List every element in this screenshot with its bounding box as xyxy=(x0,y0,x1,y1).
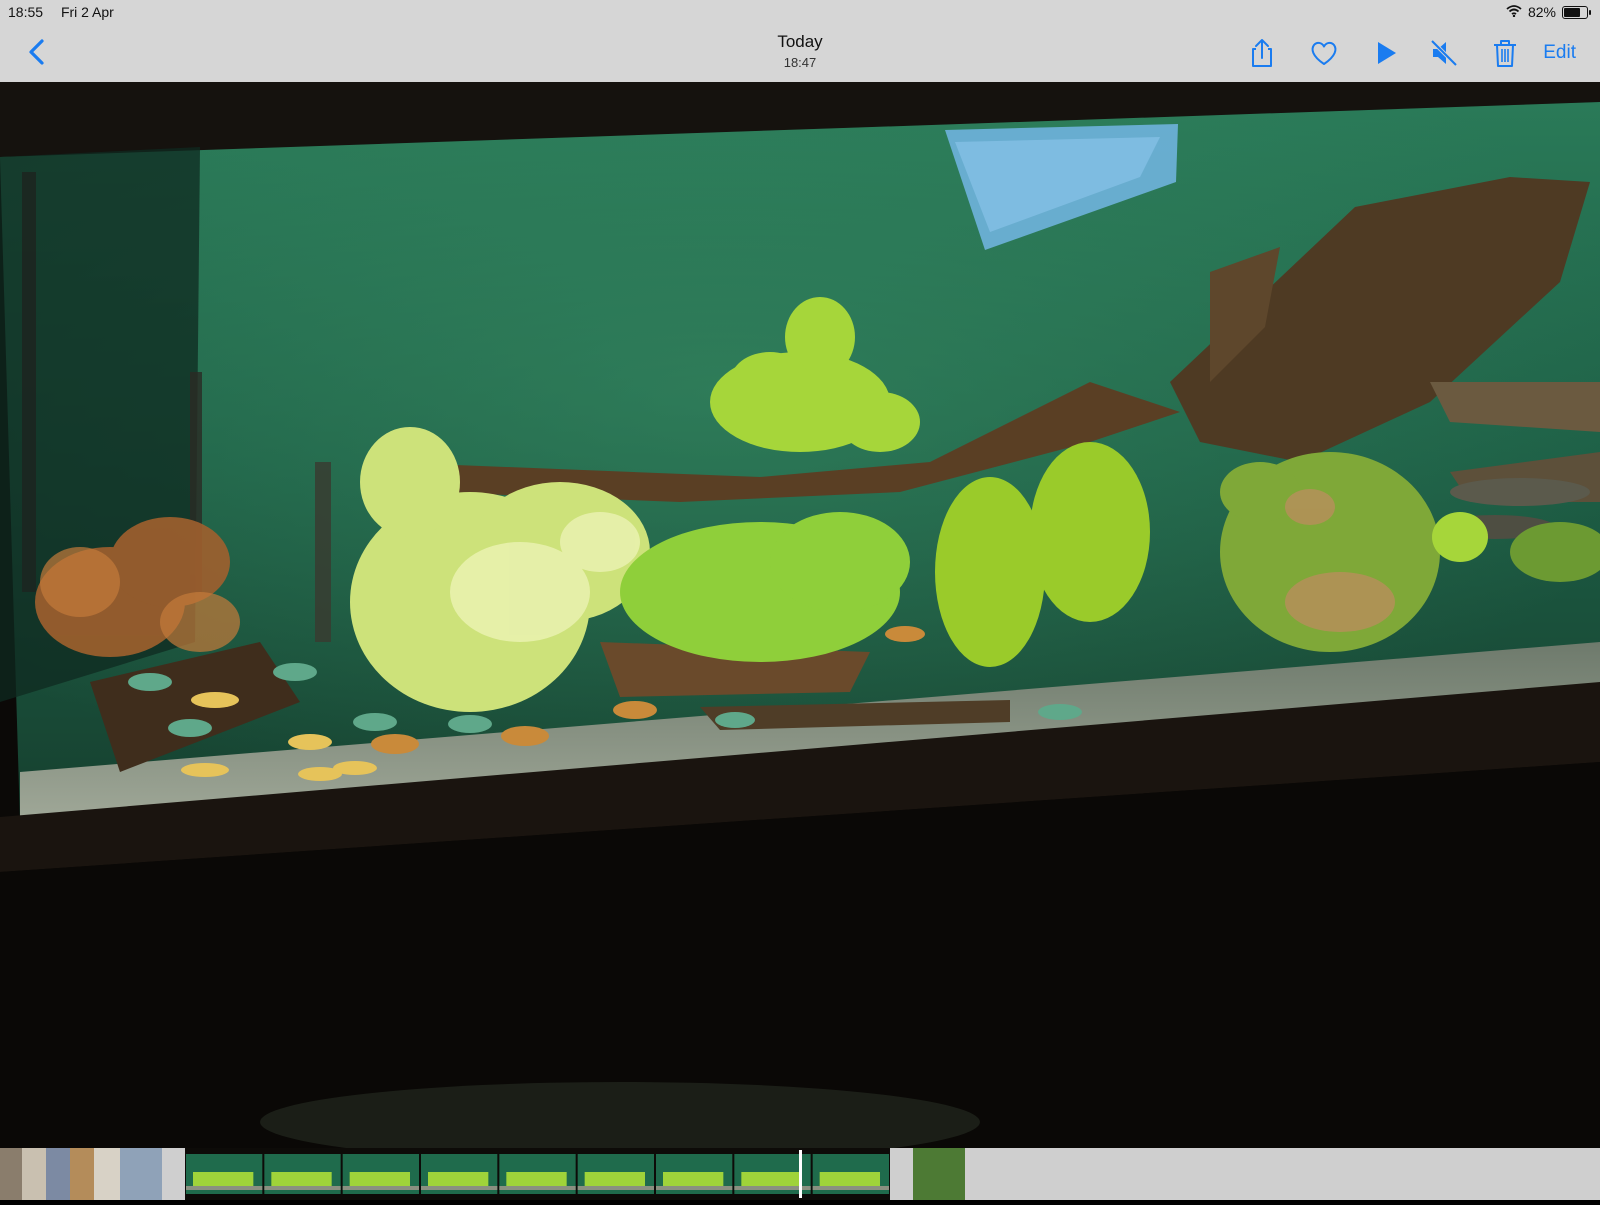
video-scrubber[interactable] xyxy=(185,1148,890,1200)
play-button[interactable] xyxy=(1370,37,1402,69)
status-left: 18:55 Fri 2 Apr xyxy=(8,4,128,20)
aquarium-photo xyxy=(0,82,1600,1148)
video-frame xyxy=(656,1154,733,1194)
photo-thumbnail[interactable] xyxy=(94,1148,120,1200)
video-frame xyxy=(577,1154,654,1194)
heart-icon xyxy=(1311,41,1337,65)
video-frame xyxy=(186,1154,263,1194)
status-time: 18:55 xyxy=(8,4,44,20)
video-frame xyxy=(264,1154,341,1194)
status-date: Fri 2 Apr xyxy=(60,4,114,20)
play-icon xyxy=(1378,42,1396,64)
battery-icon xyxy=(1562,5,1591,19)
photo-thumbnail[interactable] xyxy=(70,1148,94,1200)
video-frame xyxy=(342,1154,419,1194)
filmstrip[interactable] xyxy=(0,1148,1600,1200)
status-bar: 18:55 Fri 2 Apr 82% xyxy=(0,0,1600,24)
favorite-button[interactable] xyxy=(1308,37,1340,69)
photo-view[interactable] xyxy=(0,82,1600,1148)
trash-icon xyxy=(1494,40,1516,67)
status-right: 82% xyxy=(1506,4,1591,20)
video-frame xyxy=(421,1154,498,1194)
battery-tip xyxy=(1589,9,1591,15)
mute-button[interactable] xyxy=(1428,37,1460,69)
photo-thumbnail[interactable] xyxy=(120,1148,162,1200)
photo-thumbnail-plant[interactable] xyxy=(913,1148,965,1200)
wifi-icon xyxy=(1506,4,1522,20)
photo-thumbnail[interactable] xyxy=(0,1148,22,1200)
nav-title-time: 18:47 xyxy=(783,55,817,70)
photo-thumbnail[interactable] xyxy=(22,1148,46,1200)
battery-percent: 82% xyxy=(1527,4,1556,20)
nav-title: Today 18:47 xyxy=(0,32,1600,70)
video-playhead[interactable] xyxy=(799,1150,802,1198)
delete-button[interactable] xyxy=(1489,37,1521,69)
video-frame xyxy=(499,1154,576,1194)
share-button[interactable] xyxy=(1246,37,1278,69)
nav-bar: Today 18:47 Edit xyxy=(0,24,1600,83)
nav-title-date: Today xyxy=(777,32,823,51)
speaker-muted-icon xyxy=(1430,39,1458,67)
photo-thumbnail[interactable] xyxy=(46,1148,70,1200)
battery-level xyxy=(1564,7,1580,17)
edit-button[interactable]: Edit xyxy=(1543,42,1576,64)
share-icon xyxy=(1252,39,1272,67)
video-frames xyxy=(186,1154,889,1194)
video-frame xyxy=(812,1154,889,1194)
